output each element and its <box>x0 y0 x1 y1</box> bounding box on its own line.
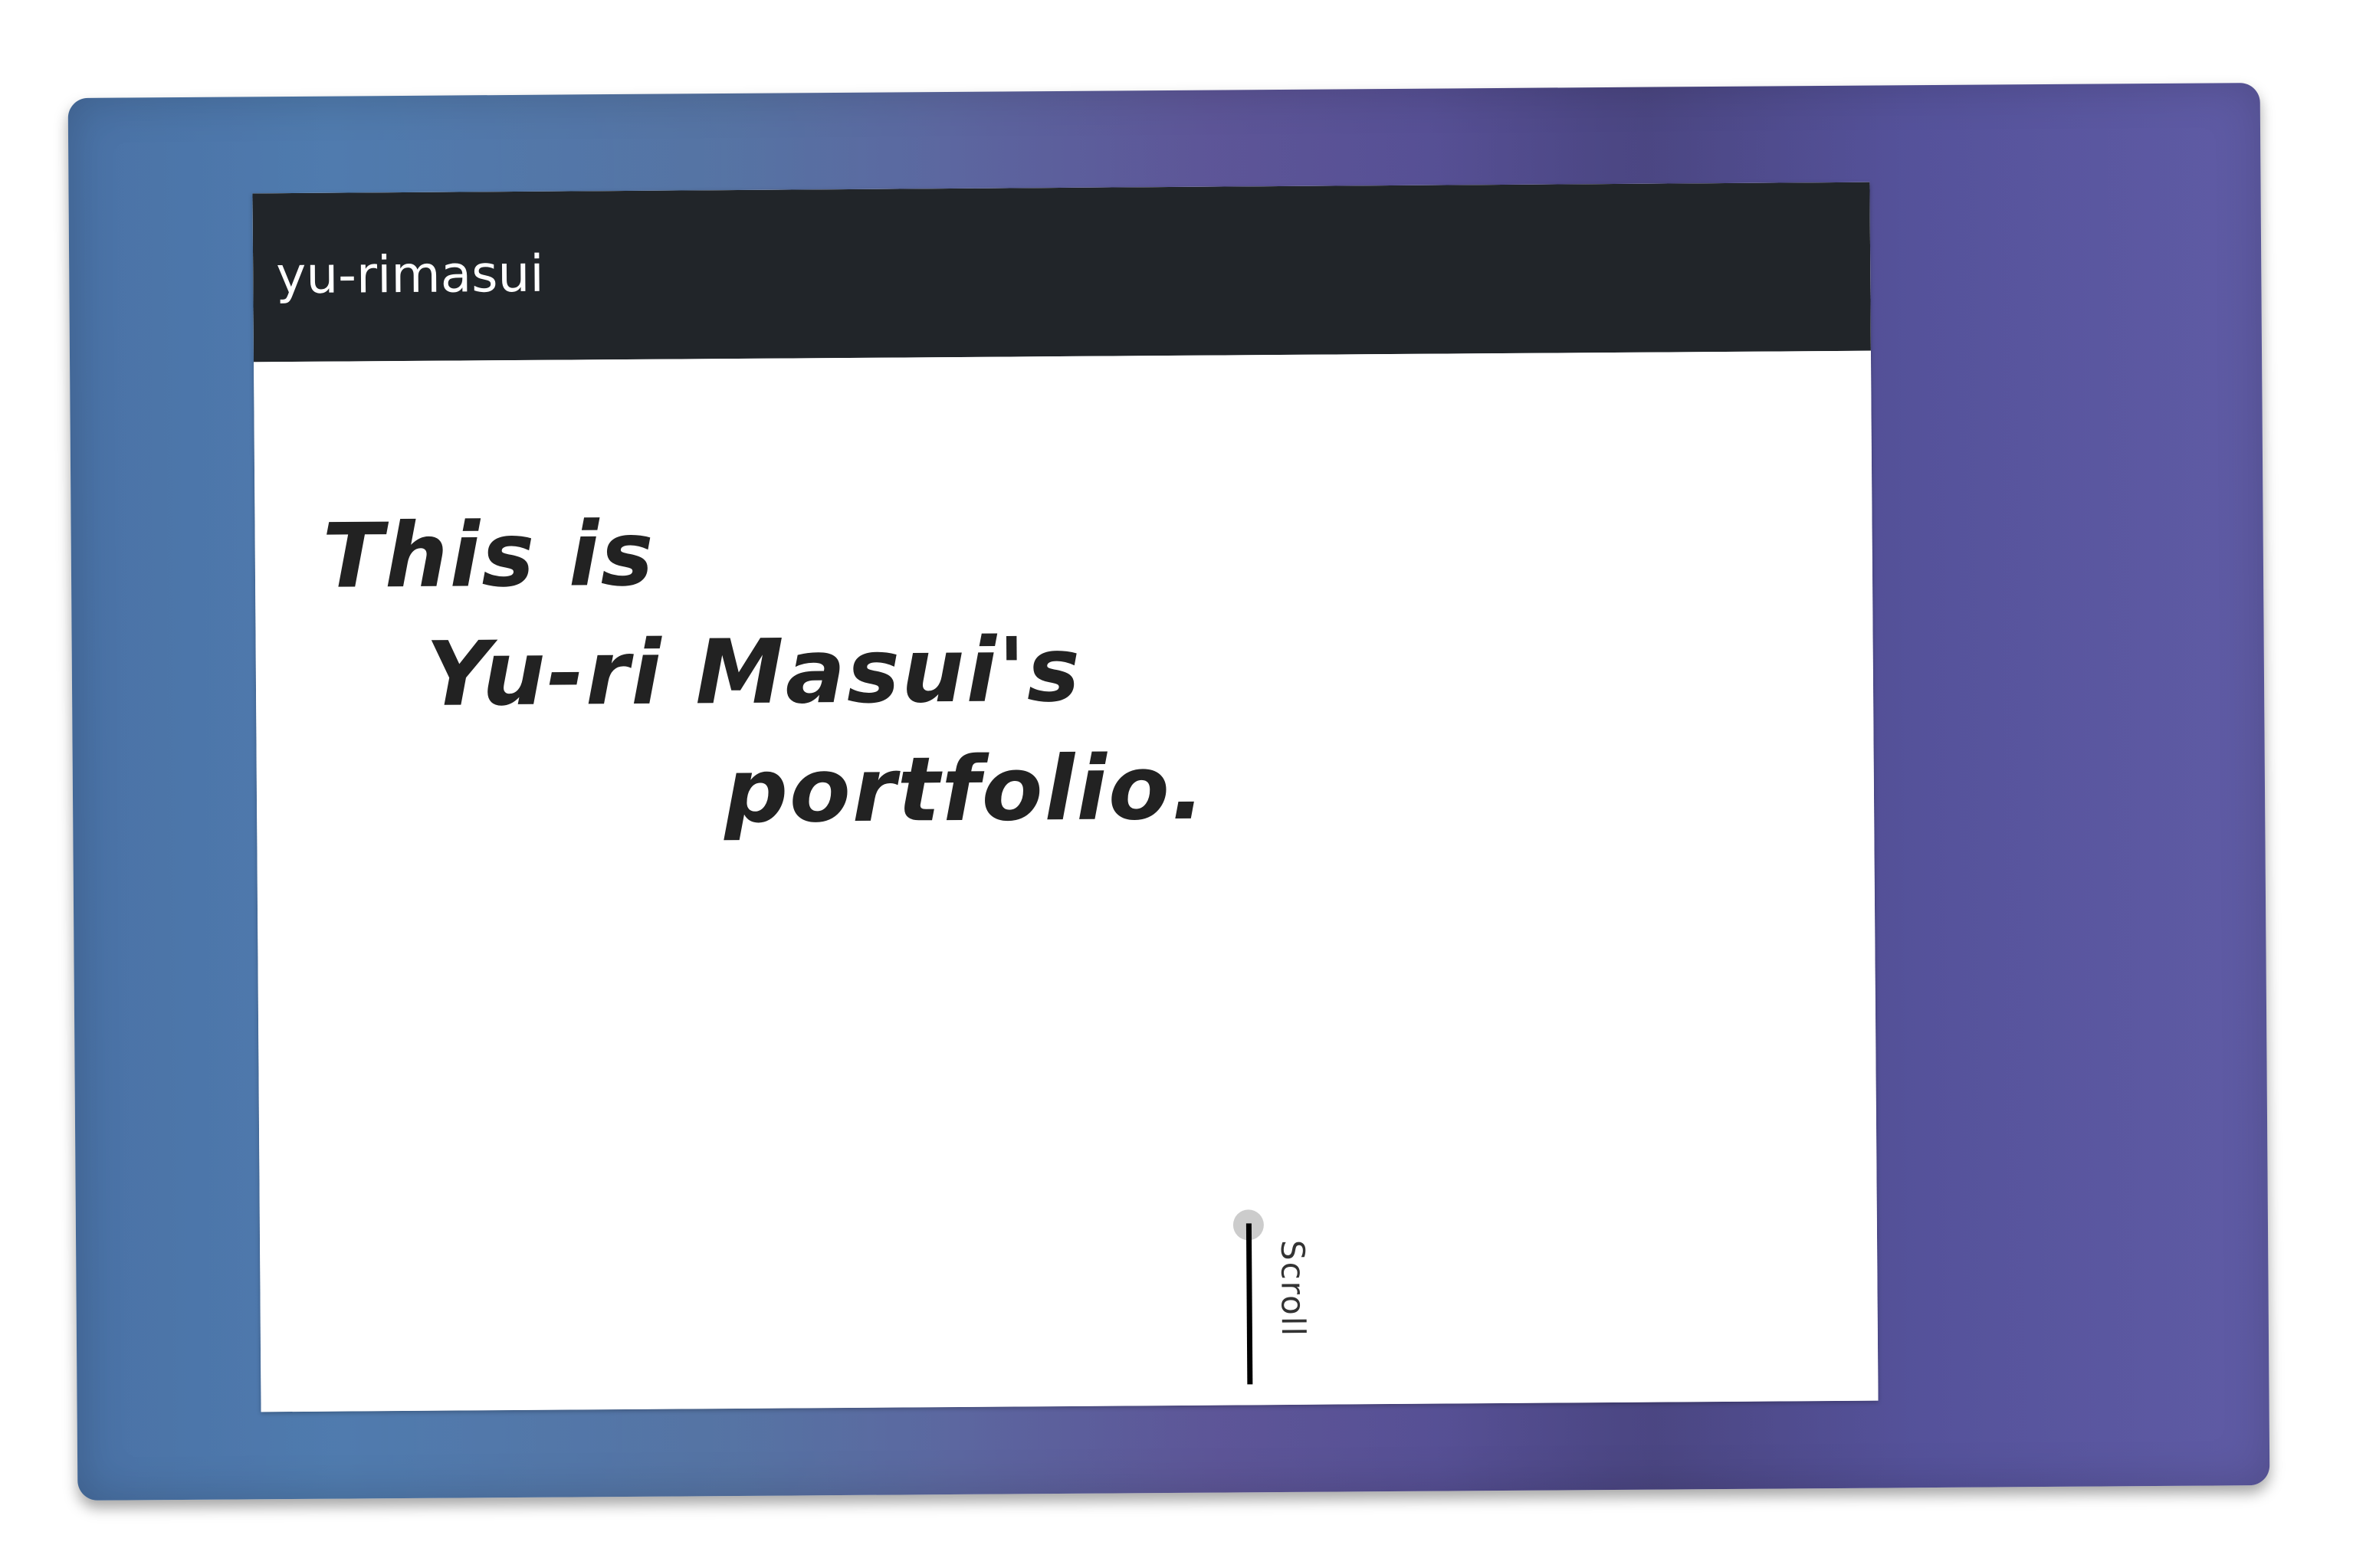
headline-line-2: Yu-ri Masui's <box>425 618 1082 727</box>
headline-line-1: This is <box>322 502 655 609</box>
scroll-label: Scroll <box>1274 1239 1312 1338</box>
website-screen: yu-rimasui This is Yu-ri Masui's portfol… <box>252 182 1879 1412</box>
hero-section: This is Yu-ri Masui's portfolio. Scroll <box>254 350 1879 1412</box>
photo-stage: yu-rimasui This is Yu-ri Masui's portfol… <box>0 0 2353 1568</box>
brand-link[interactable]: yu-rimasui <box>276 244 544 307</box>
navbar: yu-rimasui <box>252 182 1871 362</box>
scroll-line <box>1245 1223 1253 1385</box>
headline-line-3: portfolio. <box>724 736 1207 844</box>
scroll-indicator[interactable]: Scroll <box>1232 1209 1342 1394</box>
